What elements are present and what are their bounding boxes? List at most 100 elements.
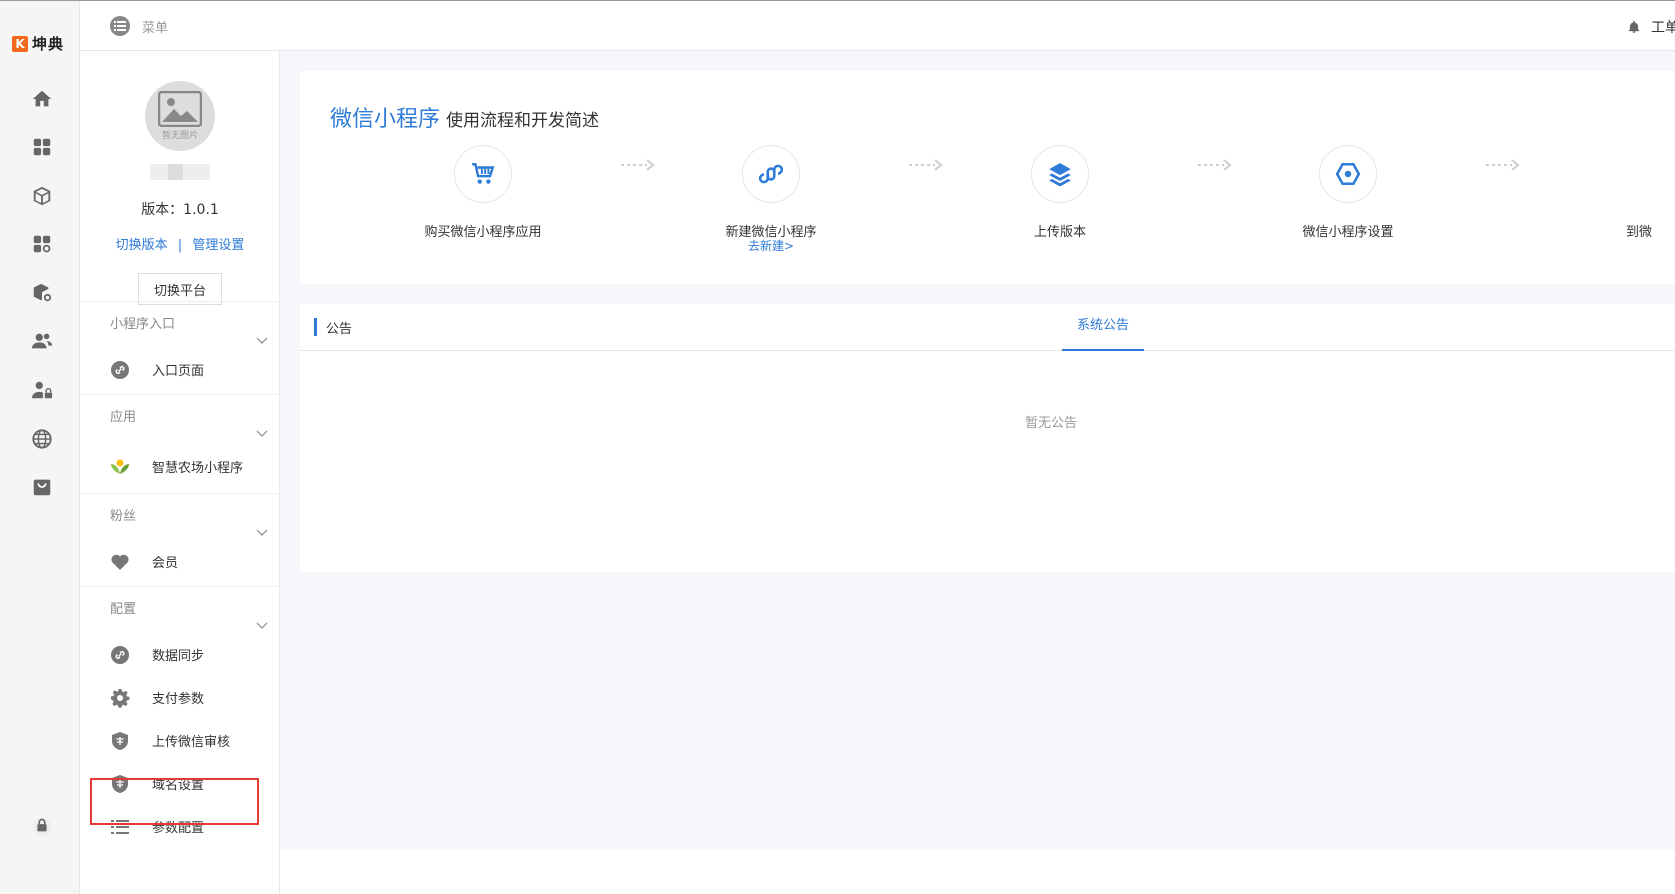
hexagon-settings-icon: [1319, 145, 1377, 203]
sidebar-item-param-config[interactable]: 参数配置: [80, 805, 279, 848]
top-header: 菜单 工单: [80, 1, 1675, 51]
flow-step-upload: 上传版本: [950, 145, 1170, 240]
farm-app-icon: [110, 456, 130, 476]
sidebar-item-domain-settings[interactable]: 域名设置: [80, 762, 279, 805]
sidebar-item-label: 智慧农场小程序: [152, 460, 244, 476]
notice-title: 公告: [326, 322, 353, 337]
content-footer: [280, 850, 1675, 894]
usage-flow-card: 微信小程序 使用流程和开发简述 购买微信小程序应用 新建微信小程序 去新建> 上…: [300, 71, 1675, 284]
link-icon: [110, 645, 130, 665]
group-title-text: 配置: [110, 602, 137, 617]
flow-step-label: 购买微信小程序应用: [424, 225, 542, 240]
gear-icon: [110, 688, 130, 708]
sidebar-item-label: 支付参数: [152, 692, 205, 707]
heart-icon: [110, 552, 130, 572]
users-icon[interactable]: [30, 329, 54, 353]
flow-title: 微信小程序 使用流程和开发简述: [330, 101, 599, 133]
link-separator: |: [177, 238, 183, 253]
mini-program-icon: [742, 145, 800, 203]
flow-step-label: 新建微信小程序: [725, 225, 817, 240]
tab-system-notice[interactable]: 系统公告: [1062, 304, 1144, 351]
sidebar-item-payment-params[interactable]: 支付参数: [80, 676, 279, 719]
sidebar-item-label: 数据同步: [152, 649, 205, 664]
flow-step-next: 到微: [1526, 145, 1675, 240]
app-avatar: 暂无图片: [145, 81, 215, 151]
link-icon: [110, 360, 130, 380]
sidebar-item-smart-farm[interactable]: 智慧农场小程序: [80, 441, 279, 491]
notice-empty-text: 暂无公告: [1024, 416, 1077, 431]
icon-rail: K 坤典: [0, 1, 80, 894]
sidebar-item-entry-page[interactable]: 入口页面: [80, 348, 279, 391]
brand-logo[interactable]: K 坤典: [12, 33, 64, 54]
sidebar-group-title[interactable]: 小程序入口: [80, 302, 279, 348]
sidebar-item-members[interactable]: 会员: [80, 540, 279, 583]
notice-header: 公告 系统公告: [300, 304, 1675, 351]
go-create-link[interactable]: 去新建>: [661, 240, 881, 252]
chevron-down-icon: [256, 604, 268, 629]
work-order-label: 工单: [1651, 20, 1675, 36]
arrow-right-icon: [620, 159, 656, 171]
menu-toggle-button[interactable]: 菜单: [110, 16, 168, 36]
avatar-placeholder-text: 暂无图片: [161, 131, 198, 141]
sidebar-item-data-sync[interactable]: 数据同步: [80, 633, 279, 676]
sidebar-group-entry: 小程序入口 入口页面: [80, 301, 279, 391]
menu-list-icon: [110, 16, 130, 36]
user-lock-icon[interactable]: [30, 378, 54, 402]
sidebar-item-upload-wechat-review[interactable]: 上传微信审核: [80, 719, 279, 762]
app-name-redacted: [150, 164, 210, 180]
chevron-down-icon: [256, 412, 268, 437]
arrow-right-icon: [908, 159, 944, 171]
flow-step-buy: 购买微信小程序应用: [373, 145, 593, 240]
home-icon[interactable]: [30, 87, 54, 111]
chevron-down-icon: [256, 511, 268, 536]
image-placeholder-icon: [158, 91, 202, 127]
sidebar-item-label: 域名设置: [152, 778, 205, 793]
lock-icon[interactable]: [30, 813, 54, 837]
cube-icon[interactable]: [30, 184, 54, 208]
flow-title-accent: 微信小程序: [330, 107, 441, 132]
group-title-text: 粉丝: [110, 509, 137, 524]
menu-label: 菜单: [142, 20, 169, 36]
notice-title-bar: [314, 318, 317, 336]
apps-settings-icon[interactable]: [30, 232, 54, 256]
work-order-link[interactable]: 工单: [1627, 17, 1675, 37]
flow-title-rest: 使用流程和开发简述: [446, 111, 600, 131]
bell-icon: [1628, 20, 1640, 33]
cart-icon: [454, 145, 512, 203]
sidebar-group-apps: 应用 智慧农场小程序: [80, 394, 279, 491]
sidebar-links: 切换版本 | 管理设置: [80, 234, 279, 253]
sidebar-group-title[interactable]: 应用: [80, 395, 279, 441]
brand-name: 坤典: [32, 35, 65, 53]
notice-card: 公告 系统公告 暂无公告: [300, 304, 1675, 572]
sidebar-group-title[interactable]: 粉丝: [80, 494, 279, 540]
chevron-down-icon: [256, 319, 268, 344]
sidebar-item-label: 入口页面: [152, 364, 205, 379]
sidebar-item-label: 会员: [152, 556, 179, 571]
secondary-sidebar: 暂无图片 版本：1.0.1 切换版本 | 管理设置 切换平台 小程序入口 入口页…: [80, 51, 280, 894]
globe-icon[interactable]: [30, 427, 54, 451]
sidebar-item-label: 参数配置: [152, 821, 205, 836]
flow-step-settings: 微信小程序设置: [1238, 145, 1458, 240]
shield-icon: [110, 774, 130, 794]
sidebar-group-fans: 粉丝 会员: [80, 493, 279, 583]
sidebar-group-config: 配置 数据同步 支付参数 上传微信审核 域名设置 参数配置: [80, 586, 279, 848]
version-text: 版本：1.0.1: [141, 202, 219, 218]
arrow-right-icon: [1197, 159, 1233, 171]
arrow-right-icon: [1485, 159, 1521, 171]
shop-bag-icon[interactable]: [30, 475, 54, 499]
cube-settings-icon[interactable]: [30, 281, 54, 305]
group-title-text: 应用: [110, 410, 137, 425]
flow-step-label: 上传版本: [1033, 225, 1086, 240]
flow-step-create: 新建微信小程序 去新建>: [661, 145, 881, 252]
shield-icon: [110, 731, 130, 751]
switch-version-link[interactable]: 切换版本: [116, 238, 168, 253]
apps-grid-icon[interactable]: [30, 135, 54, 159]
group-title-text: 小程序入口: [110, 317, 176, 332]
flow-step-label: 微信小程序设置: [1302, 225, 1394, 240]
sidebar-item-label: 上传微信审核: [152, 735, 231, 750]
flow-step-label: 到微: [1626, 225, 1653, 240]
brand-logo-mark: K: [12, 35, 28, 52]
sidebar-group-title[interactable]: 配置: [80, 587, 279, 633]
list-icon: [110, 817, 130, 837]
manage-settings-link[interactable]: 管理设置: [192, 238, 244, 253]
